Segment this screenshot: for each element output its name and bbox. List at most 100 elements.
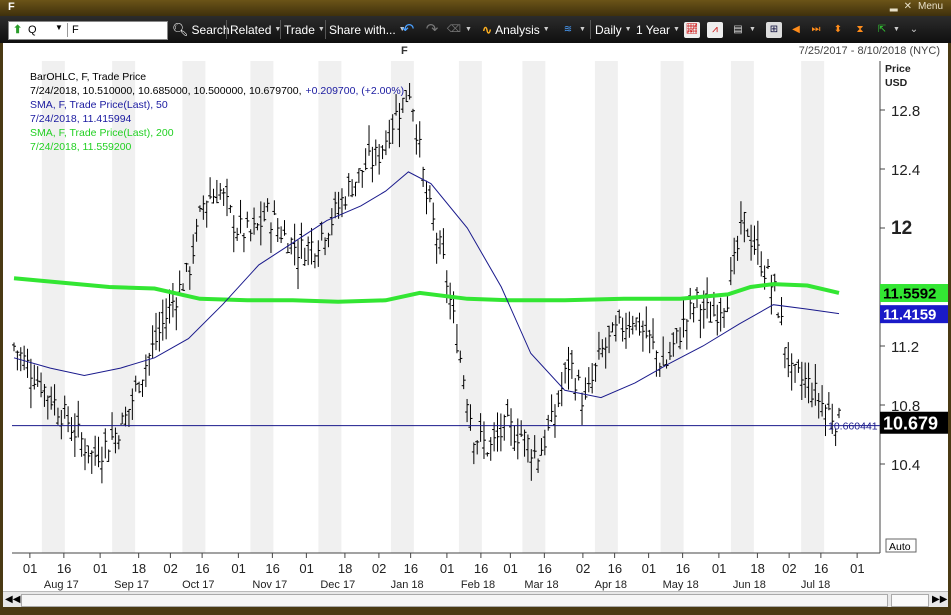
x-day-label: 02 — [576, 561, 590, 576]
horizontal-line-label: 10.660441 — [828, 421, 878, 433]
x-month-label: Sep 17 — [114, 579, 149, 591]
x-day-label: 01 — [642, 561, 656, 576]
zoom-vertical-icon: ⬍ — [833, 23, 843, 35]
eraser-icon: ⌫ — [446, 23, 462, 35]
x-day-label: 18 — [132, 561, 146, 576]
undo-button[interactable]: ↶ — [400, 16, 416, 43]
x-day-label: 16 — [265, 561, 279, 576]
chevron-down-icon: ▼ — [624, 26, 632, 33]
bar-chart-button[interactable]: ▤ ▼ — [730, 16, 756, 43]
y-tick-label: 10.4 — [891, 457, 920, 474]
scroll-right-icon[interactable]: ▶▶ — [932, 593, 947, 607]
chart-date-range: 7/25/2017 - 8/10/2018 (NYC) — [798, 45, 940, 57]
x-month-label: Jul 18 — [801, 579, 830, 591]
search-button[interactable]: 🔍︎ Search — [172, 16, 230, 43]
week-band — [318, 61, 342, 553]
x-day-label: 18 — [338, 561, 352, 576]
x-month-label: Apr 18 — [595, 579, 627, 591]
chevron-down-icon: ▼ — [673, 26, 680, 33]
legend-sma200-value: 7/24/2018, 11.559200 — [30, 141, 132, 153]
symbol-input[interactable]: ⬆ Q ▼ F — [8, 21, 168, 40]
related-menu[interactable]: Related ▼ — [230, 16, 281, 43]
range-menu[interactable]: 1 Year ▼ — [636, 16, 680, 43]
svg-text:11.5592: 11.5592 — [883, 286, 936, 303]
line-chart-button[interactable]: 📈︎ — [684, 16, 700, 43]
status-bar — [0, 607, 951, 615]
analysis-icon: ∿ — [482, 22, 493, 37]
compare-chart-icon: ⩘ — [707, 21, 723, 38]
chevron-down-icon: ▼ — [542, 26, 550, 33]
zoom-vertical-button[interactable]: ⬍ — [830, 16, 846, 43]
x-month-label: Dec 17 — [320, 579, 355, 591]
x-day-label: 16 — [608, 561, 622, 576]
analysis-menu[interactable]: ∿ Analysis ▼ — [482, 16, 550, 43]
x-day-label: 01 — [93, 561, 107, 576]
wave-icon: ≋ — [563, 23, 573, 35]
x-day-label: 01 — [299, 561, 313, 576]
close-icon[interactable]: ✕ — [904, 1, 912, 12]
hourglass-icon: ⧗ — [856, 23, 864, 35]
week-band — [801, 61, 825, 553]
sma200-price-badge: 11.5592 — [880, 284, 948, 303]
y-tick-label: 12.8 — [891, 103, 920, 120]
symbol-value[interactable]: F — [72, 24, 79, 36]
symbol-type-label: Q — [28, 24, 37, 36]
chevron-down-icon[interactable]: ▼ — [55, 23, 63, 32]
x-month-label: Aug 17 — [44, 579, 79, 591]
arrow-left-icon: ◀ — [792, 23, 800, 35]
window-title: F — [8, 1, 15, 13]
scrollbar-thumb[interactable] — [21, 594, 888, 607]
crosshair-icon: ⊞ — [766, 21, 782, 38]
week-band — [250, 61, 274, 553]
x-day-label: 16 — [195, 561, 209, 576]
redo-button[interactable]: ↷ — [424, 16, 440, 43]
scroll-left-button[interactable]: ◀ — [788, 16, 804, 43]
zoom-fit-button[interactable]: ⧗ — [852, 16, 868, 43]
trade-menu[interactable]: Trade ▼ — [284, 16, 325, 43]
chart-symbol: F — [401, 45, 408, 57]
menu-button[interactable]: Menu — [918, 1, 943, 12]
scroll-end-button[interactable]: ⏭︎ — [808, 16, 824, 43]
export-icon: ⇱ — [877, 23, 887, 35]
x-month-label: Jan 18 — [391, 579, 424, 591]
x-day-label: 01 — [503, 561, 517, 576]
scrollbar-end-region[interactable] — [891, 594, 929, 607]
week-band — [730, 61, 754, 553]
studies-menu[interactable]: ≋ ▼ — [560, 16, 586, 43]
window-controls: ▂ ✕ Menu — [890, 1, 943, 12]
svg-text:11.4159: 11.4159 — [883, 307, 936, 324]
y-tick-label: 11.2 — [891, 339, 919, 356]
application-window: F ▂ ✕ Menu ⬆ Q ▼ F 🔍︎ Search Related ▼ Tr… — [0, 0, 951, 615]
y-tick-label: 12.4 — [891, 162, 920, 179]
x-month-label: May 18 — [663, 579, 699, 591]
x-day-label: 16 — [474, 561, 488, 576]
scroll-left-icon[interactable]: ◀◀ — [5, 593, 20, 607]
eraser-button[interactable]: ⌫ ▼ — [446, 16, 472, 43]
legend-sma200-title: SMA, F, Trade Price(Last), 200 — [30, 127, 174, 139]
price-axis-title: Price — [885, 63, 911, 75]
undo-icon: ↶ — [401, 20, 415, 38]
up-arrow-icon: ⬆ — [13, 24, 23, 36]
compare-chart-button[interactable]: ⩘ — [707, 16, 723, 43]
period-menu[interactable]: Daily ▼ — [595, 16, 632, 43]
price-chart[interactable]: 10.410.811.21212.412.8 01 16 01 18 02 16 01 16 0… — [3, 61, 948, 591]
x-day-label: 16 — [814, 561, 828, 576]
double-chevron-down-icon: ⌄ — [909, 23, 919, 35]
horizontal-scrollbar[interactable]: ◀◀ ▶▶ — [3, 591, 948, 608]
x-day-label: 16 — [57, 561, 71, 576]
chart-panel[interactable]: F 7/25/2017 - 8/10/2018 (NYC) 10.4 10.8 11… — [3, 43, 948, 591]
week-band — [390, 61, 414, 553]
auto-scale-button[interactable]: Auto — [885, 538, 917, 553]
x-day-label: 18 — [750, 561, 764, 576]
share-menu[interactable]: Share with... ▼ — [329, 16, 406, 43]
minimize-icon[interactable]: ▂ — [890, 1, 898, 12]
more-button[interactable]: ⌄ — [906, 16, 922, 43]
export-button[interactable]: ⇱ ▼ — [874, 16, 900, 43]
x-day-label: 16 — [676, 561, 690, 576]
toolbar: ⬆ Q ▼ F 🔍︎ Search Related ▼ Trade ▼ Share … — [0, 16, 951, 43]
crosshair-button[interactable]: ⊞ — [766, 16, 782, 43]
bar-chart-icon: ▤ — [733, 23, 743, 35]
y-tick-label: 12 — [891, 218, 912, 239]
week-band — [182, 61, 206, 553]
x-day-label: 16 — [404, 561, 418, 576]
